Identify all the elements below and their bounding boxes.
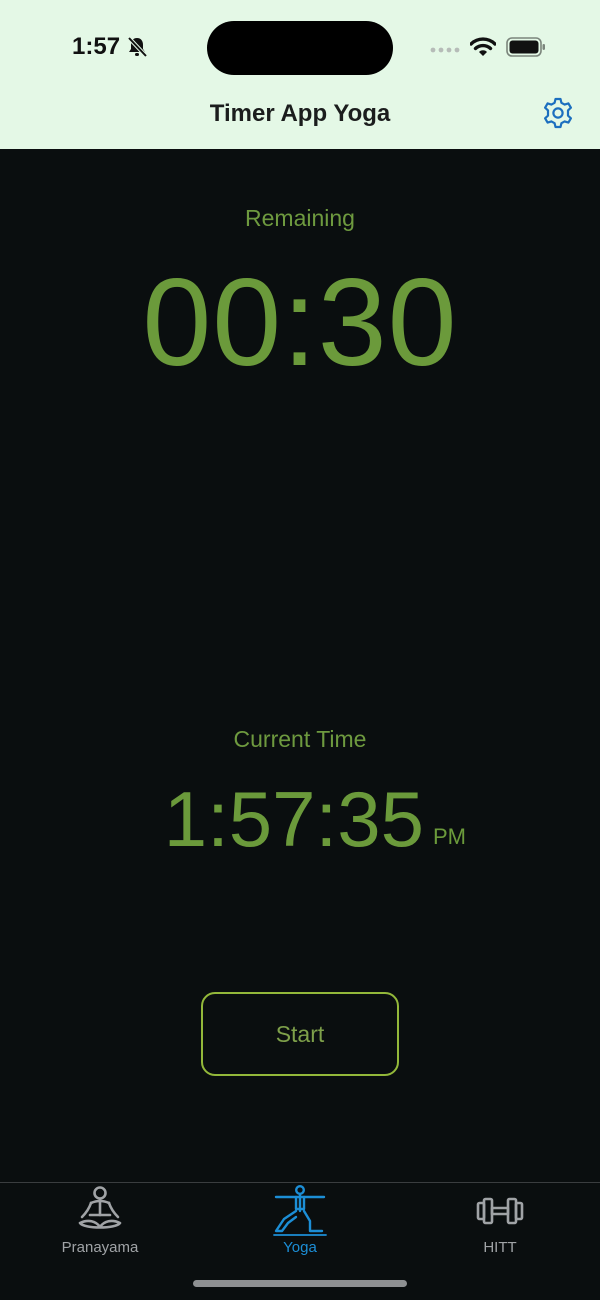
current-time-display: 1:57:35 PM bbox=[0, 774, 600, 864]
page-title: Timer App Yoga bbox=[209, 100, 391, 127]
remaining-time: 00:30 bbox=[142, 254, 458, 392]
current-time-label: Current Time bbox=[233, 726, 367, 752]
cellular-signal-icon bbox=[430, 47, 460, 53]
tab-label: HITT bbox=[483, 1239, 517, 1256]
app-screen: 1:57 Timer App Yoga Remaining 00:30 Curr… bbox=[0, 0, 600, 1300]
meditation-figure-icon bbox=[78, 1186, 122, 1229]
bell-slash-icon bbox=[127, 36, 148, 58]
gear-icon bbox=[544, 97, 572, 129]
wifi-icon bbox=[470, 37, 496, 56]
header: 1:57 Timer App Yoga bbox=[0, 0, 600, 149]
battery-icon bbox=[506, 37, 545, 57]
status-time: 1:57 bbox=[72, 33, 121, 60]
tab-label: Yoga bbox=[283, 1239, 317, 1256]
settings-button[interactable] bbox=[538, 93, 578, 133]
current-time-ampm: PM bbox=[433, 824, 466, 849]
tab-label: Pranayama bbox=[61, 1239, 139, 1256]
current-time-value: 1:57:35 bbox=[163, 775, 424, 863]
tab-pranayama[interactable]: Pranayama bbox=[0, 1183, 200, 1263]
tab-yoga[interactable]: Yoga bbox=[200, 1183, 400, 1263]
dynamic-island bbox=[207, 21, 393, 75]
dumbbell-icon bbox=[476, 1197, 524, 1225]
remaining-label: Remaining bbox=[245, 205, 355, 231]
tab-hitt[interactable]: HITT bbox=[400, 1183, 600, 1263]
home-indicator bbox=[193, 1280, 407, 1287]
yoga-warrior-pose-icon bbox=[273, 1185, 327, 1236]
start-button[interactable]: Start bbox=[201, 992, 399, 1076]
